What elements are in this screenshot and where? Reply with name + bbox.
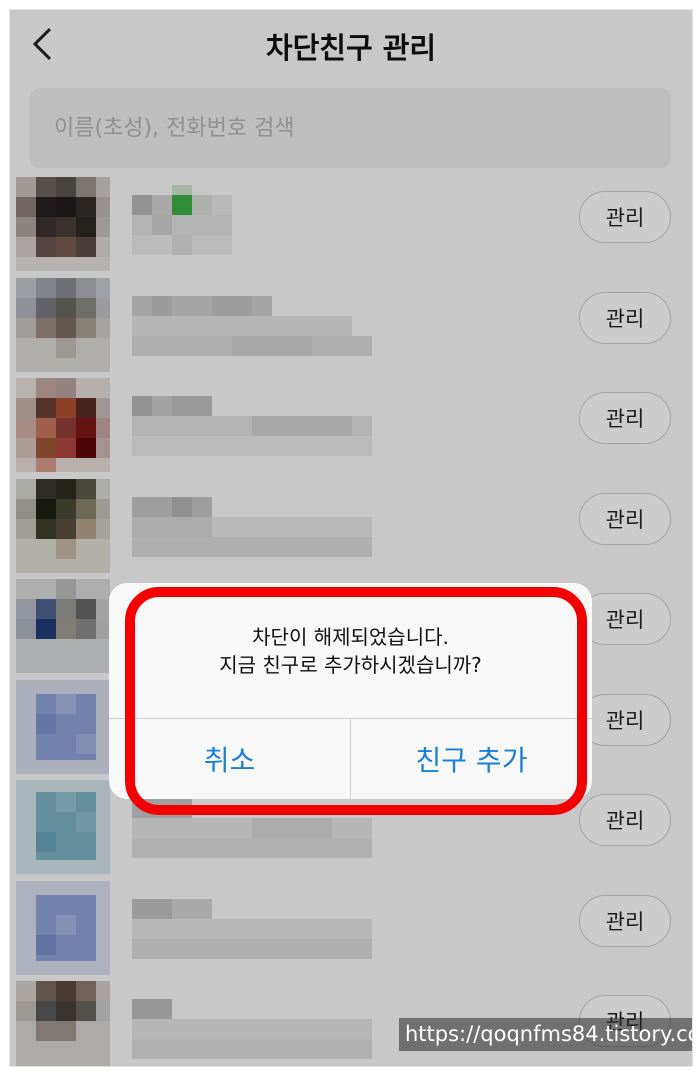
app-screen: 차단친구 관리 관리	[9, 9, 693, 1067]
highlight-box	[125, 587, 587, 815]
watermark: https://qoqnfms84.tistory.com	[399, 1018, 692, 1051]
modal-overlay[interactable]	[10, 10, 692, 1066]
